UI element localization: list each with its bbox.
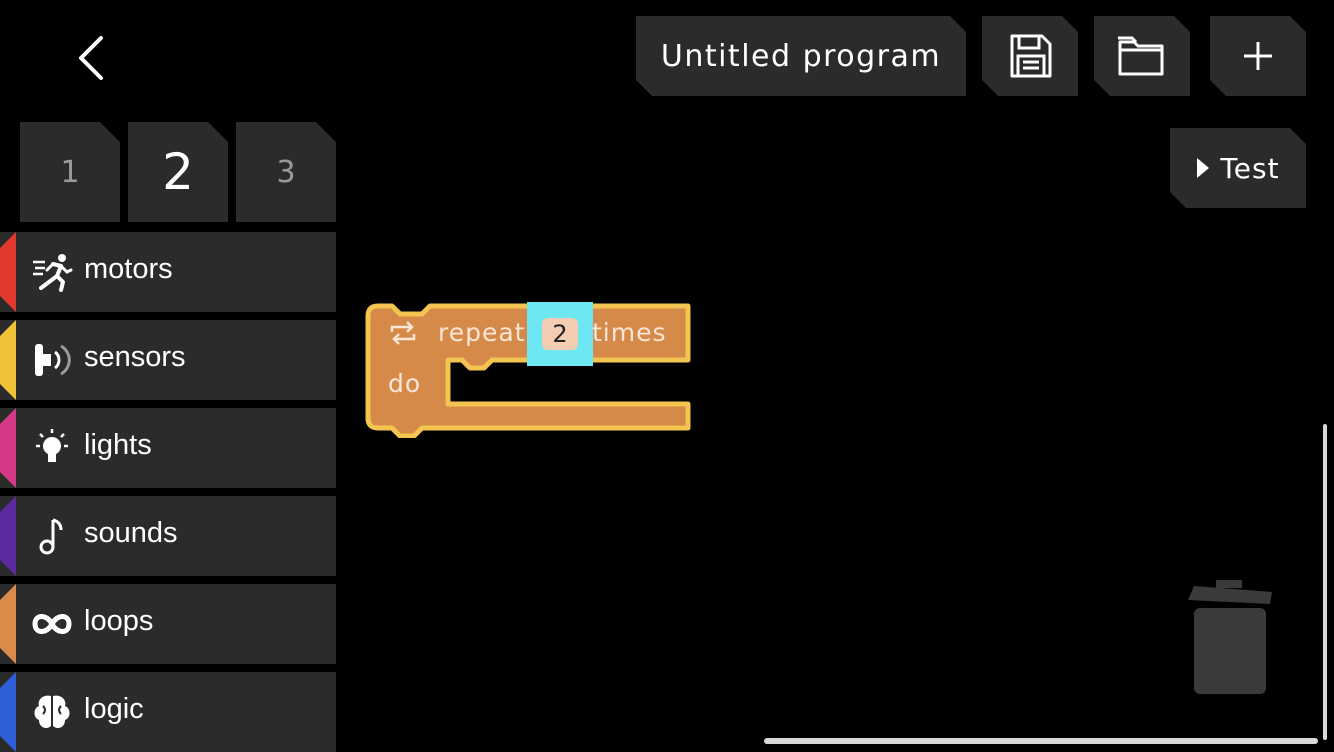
repeat-count-input[interactable]: 2: [542, 318, 578, 350]
page-tab-label: 2: [162, 143, 194, 201]
sensor-icon: [30, 339, 74, 381]
infinity-icon: [30, 603, 74, 645]
save-button[interactable]: [982, 16, 1078, 96]
category-motors[interactable]: motors: [0, 232, 336, 312]
program-title: Untitled program: [660, 38, 942, 74]
chevron-left-icon: [79, 36, 103, 80]
category-accent: [0, 496, 16, 576]
trash-can[interactable]: [1184, 578, 1280, 698]
plus-icon: [1241, 39, 1275, 73]
music-note-icon: [30, 515, 74, 557]
category-label: sounds: [84, 517, 178, 549]
save-icon: [1006, 32, 1054, 80]
category-lights[interactable]: lights: [0, 408, 336, 488]
times-label: times: [592, 318, 667, 347]
trash-icon: [1188, 580, 1272, 694]
back-button[interactable]: [60, 28, 120, 88]
category-accent: [0, 584, 16, 664]
test-label: Test: [1220, 151, 1280, 185]
test-button[interactable]: Test: [1170, 128, 1306, 208]
do-label: do: [388, 369, 422, 398]
repeat-label: repeat: [438, 318, 526, 347]
running-person-icon: [30, 251, 74, 293]
category-accent: [0, 232, 16, 312]
repeat-icon: [390, 321, 416, 345]
brain-icon: [30, 691, 74, 733]
page-tab-2[interactable]: 2: [128, 122, 228, 222]
page-tab-3[interactable]: 3: [236, 122, 336, 222]
new-program-button[interactable]: [1210, 16, 1306, 96]
page-tab-label: 1: [60, 154, 80, 190]
category-label: lights: [84, 429, 152, 461]
vertical-scrollbar[interactable]: [1323, 424, 1327, 740]
page-tab-1[interactable]: 1: [20, 122, 120, 222]
open-folder-button[interactable]: [1094, 16, 1190, 96]
program-title-button[interactable]: Untitled program: [636, 16, 966, 96]
category-sensors[interactable]: sensors: [0, 320, 336, 400]
play-icon: [1196, 157, 1210, 179]
light-bulb-icon: [30, 427, 74, 469]
folder-icon: [1116, 34, 1168, 78]
category-label: loops: [84, 605, 154, 637]
category-accent: [0, 320, 16, 400]
category-label: logic: [84, 693, 144, 725]
category-accent: [0, 408, 16, 488]
category-logic[interactable]: logic: [0, 672, 336, 752]
category-label: motors: [84, 253, 173, 285]
category-accent: [0, 672, 16, 752]
repeat-count-value: 2: [552, 320, 568, 348]
category-loops[interactable]: loops: [0, 584, 336, 664]
page-tab-label: 3: [276, 154, 296, 190]
horizontal-scrollbar[interactable]: [764, 738, 1318, 744]
category-sounds[interactable]: sounds: [0, 496, 336, 576]
category-label: sensors: [84, 341, 186, 373]
